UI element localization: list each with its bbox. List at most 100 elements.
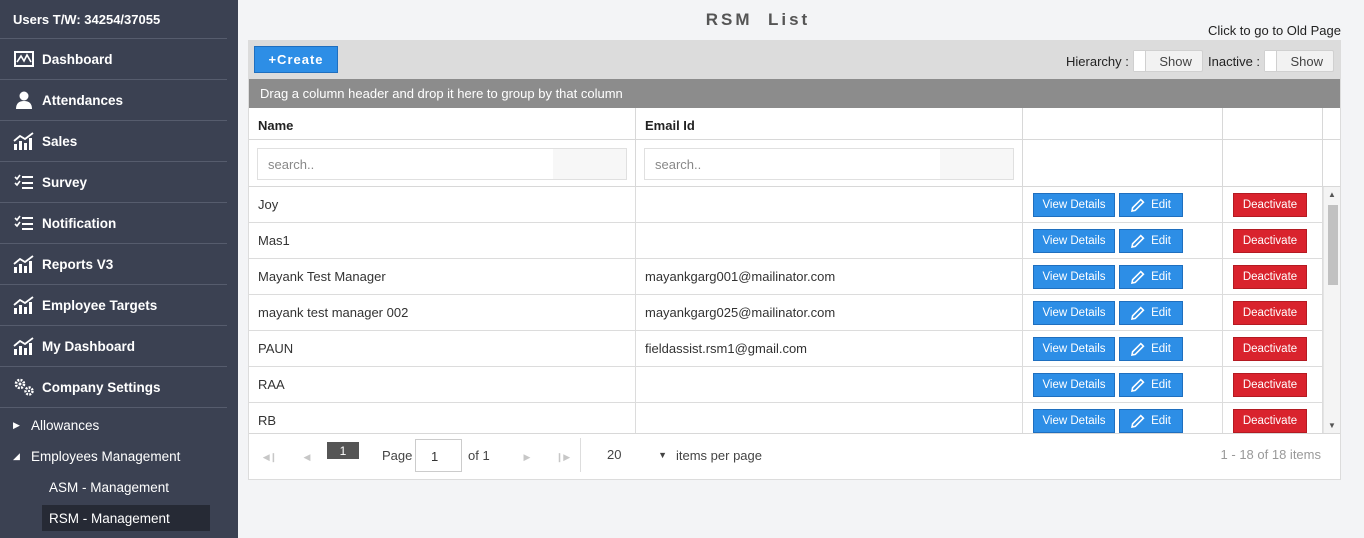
page-title: RSM List <box>705 10 811 29</box>
table-row: RB View Details Edit Deactivate <box>249 403 1340 433</box>
edit-button[interactable]: Edit <box>1119 301 1183 325</box>
deactivate-button[interactable]: Deactivate <box>1233 337 1307 361</box>
cell-deactivate: Deactivate <box>1223 223 1323 258</box>
sidebar-item-label: Sales <box>42 133 78 149</box>
deactivate-button[interactable]: Deactivate <box>1233 265 1307 289</box>
sidebar-item-company-settings[interactable]: Company Settings <box>0 367 227 408</box>
view-details-button[interactable]: View Details <box>1033 301 1115 325</box>
sidebar-item-label: Attendances <box>42 92 124 108</box>
cell-email <box>636 187 1023 222</box>
dashboard-icon <box>13 49 35 69</box>
edit-label: Edit <box>1151 307 1171 319</box>
scroll-up-icon[interactable]: ▲ <box>1328 190 1336 199</box>
sidebar-item-attendances[interactable]: Attendances <box>0 80 227 121</box>
cell-name: RB <box>249 403 636 433</box>
page-number-current[interactable]: 1 <box>327 442 359 459</box>
sidebar-item-label: My Dashboard <box>42 338 136 354</box>
caret-down-icon: ◢ <box>13 451 20 461</box>
sidebar-item-reports-v3[interactable]: Reports V3 <box>0 244 227 285</box>
sidebar-item-rsm-management[interactable]: RSM - Management <box>42 505 210 531</box>
column-header-email[interactable]: Email Id <box>636 108 1023 140</box>
sidebar-item-my-dashboard[interactable]: My Dashboard <box>0 326 227 367</box>
sidebar-item-dashboard[interactable]: Dashboard <box>0 39 227 80</box>
edit-button[interactable]: Edit <box>1119 373 1183 397</box>
pager-divider <box>580 438 581 472</box>
edit-button[interactable]: Edit <box>1119 265 1183 289</box>
sidebar-item-notification[interactable]: Notification <box>0 203 227 244</box>
edit-button[interactable]: Edit <box>1119 229 1183 253</box>
cell-actions: View Details Edit <box>1023 295 1223 330</box>
deactivate-button[interactable]: Deactivate <box>1233 193 1307 217</box>
cell-actions: View Details Edit <box>1023 187 1223 222</box>
hierarchy-toggle[interactable]: Show <box>1132 50 1203 72</box>
group-drop-area[interactable]: Drag a column header and drop it here to… <box>249 79 1340 108</box>
sidebar-item-allowances[interactable]: ▶ Allowances <box>0 410 238 441</box>
sidebar: Users T/W: 34254/37055 Dashboard Attenda… <box>0 0 238 538</box>
page-size-select[interactable]: 20 ▼ <box>607 447 667 462</box>
hierarchy-toggle-group: Hierarchy : Show <box>1066 50 1203 72</box>
scroll-down-icon[interactable]: ▼ <box>1328 421 1336 430</box>
view-details-button[interactable]: View Details <box>1033 409 1115 433</box>
name-filter-box <box>257 148 627 180</box>
edit-label: Edit <box>1151 343 1171 355</box>
filter-cell-empty <box>1223 140 1323 187</box>
edit-label: Edit <box>1151 235 1171 247</box>
table-row: Mayank Test Manager mayankgarg001@mailina… <box>249 259 1340 295</box>
view-details-button[interactable]: View Details <box>1033 265 1115 289</box>
next-page-icon[interactable]: ▶ <box>511 442 543 472</box>
page-input[interactable]: 1 <box>415 439 462 472</box>
chart-icon <box>13 336 35 356</box>
last-page-icon[interactable]: ❙▶ <box>547 442 579 472</box>
view-details-button[interactable]: View Details <box>1033 373 1115 397</box>
column-header-name[interactable]: Name <box>249 108 636 140</box>
pencil-icon <box>1131 198 1145 212</box>
email-filter-box <box>644 148 1014 180</box>
edit-button[interactable]: Edit <box>1119 337 1183 361</box>
cell-name: mayank test manager 002 <box>249 295 636 330</box>
deactivate-button[interactable]: Deactivate <box>1233 373 1307 397</box>
edit-label: Edit <box>1151 199 1171 211</box>
first-page-icon[interactable]: ◀❙ <box>254 442 286 472</box>
sidebar-item-survey[interactable]: Survey <box>0 162 227 203</box>
table-body: Joy View Details Edit Deactivate Mas1 View De… <box>249 187 1340 433</box>
cell-email <box>636 403 1023 433</box>
edit-button[interactable]: Edit <box>1119 193 1183 217</box>
view-details-button[interactable]: View Details <box>1033 193 1115 217</box>
scrollbar-thumb[interactable] <box>1328 205 1338 285</box>
sidebar-item-label: RSM - Management <box>49 510 170 526</box>
chart-icon <box>13 131 35 151</box>
cell-name: PAUN <box>249 331 636 366</box>
cell-deactivate: Deactivate <box>1223 403 1323 433</box>
deactivate-button[interactable]: Deactivate <box>1233 409 1307 433</box>
view-details-button[interactable]: View Details <box>1033 229 1115 253</box>
view-details-button[interactable]: View Details <box>1033 337 1115 361</box>
cell-actions: View Details Edit <box>1023 367 1223 402</box>
deactivate-button[interactable]: Deactivate <box>1233 229 1307 253</box>
sidebar-item-asm-management[interactable]: ASM - Management <box>0 472 210 503</box>
pencil-icon <box>1131 234 1145 248</box>
sidebar-item-label: Notification <box>42 215 117 231</box>
sidebar-item-employee-targets[interactable]: Employee Targets <box>0 285 227 326</box>
name-search-input[interactable] <box>258 149 553 179</box>
sidebar-item-label: Allowances <box>31 418 100 433</box>
sidebar-item-sales[interactable]: Sales <box>0 121 227 162</box>
cell-name: RAA <box>249 367 636 402</box>
cell-actions: View Details Edit <box>1023 223 1223 258</box>
toggle-label: Show <box>1290 53 1324 69</box>
prev-page-icon[interactable]: ◀ <box>291 442 323 472</box>
edit-button[interactable]: Edit <box>1119 409 1183 433</box>
cell-deactivate: Deactivate <box>1223 367 1323 402</box>
vertical-scrollbar[interactable]: ▲ ▼ <box>1323 187 1340 433</box>
pencil-icon <box>1131 414 1145 428</box>
sidebar-item-employees-management[interactable]: ◢ Employees Management <box>0 441 238 472</box>
inactive-toggle[interactable]: Show <box>1264 50 1335 72</box>
cell-name: Mayank Test Manager <box>249 259 636 294</box>
pencil-icon <box>1131 306 1145 320</box>
deactivate-button[interactable]: Deactivate <box>1233 301 1307 325</box>
edit-label: Edit <box>1151 415 1171 427</box>
email-search-input[interactable] <box>645 149 940 179</box>
cell-actions: View Details Edit <box>1023 331 1223 366</box>
old-page-link[interactable]: Click to go to Old Page <box>1208 23 1341 38</box>
create-button[interactable]: +Create <box>254 46 338 73</box>
filter-row <box>249 140 1340 187</box>
